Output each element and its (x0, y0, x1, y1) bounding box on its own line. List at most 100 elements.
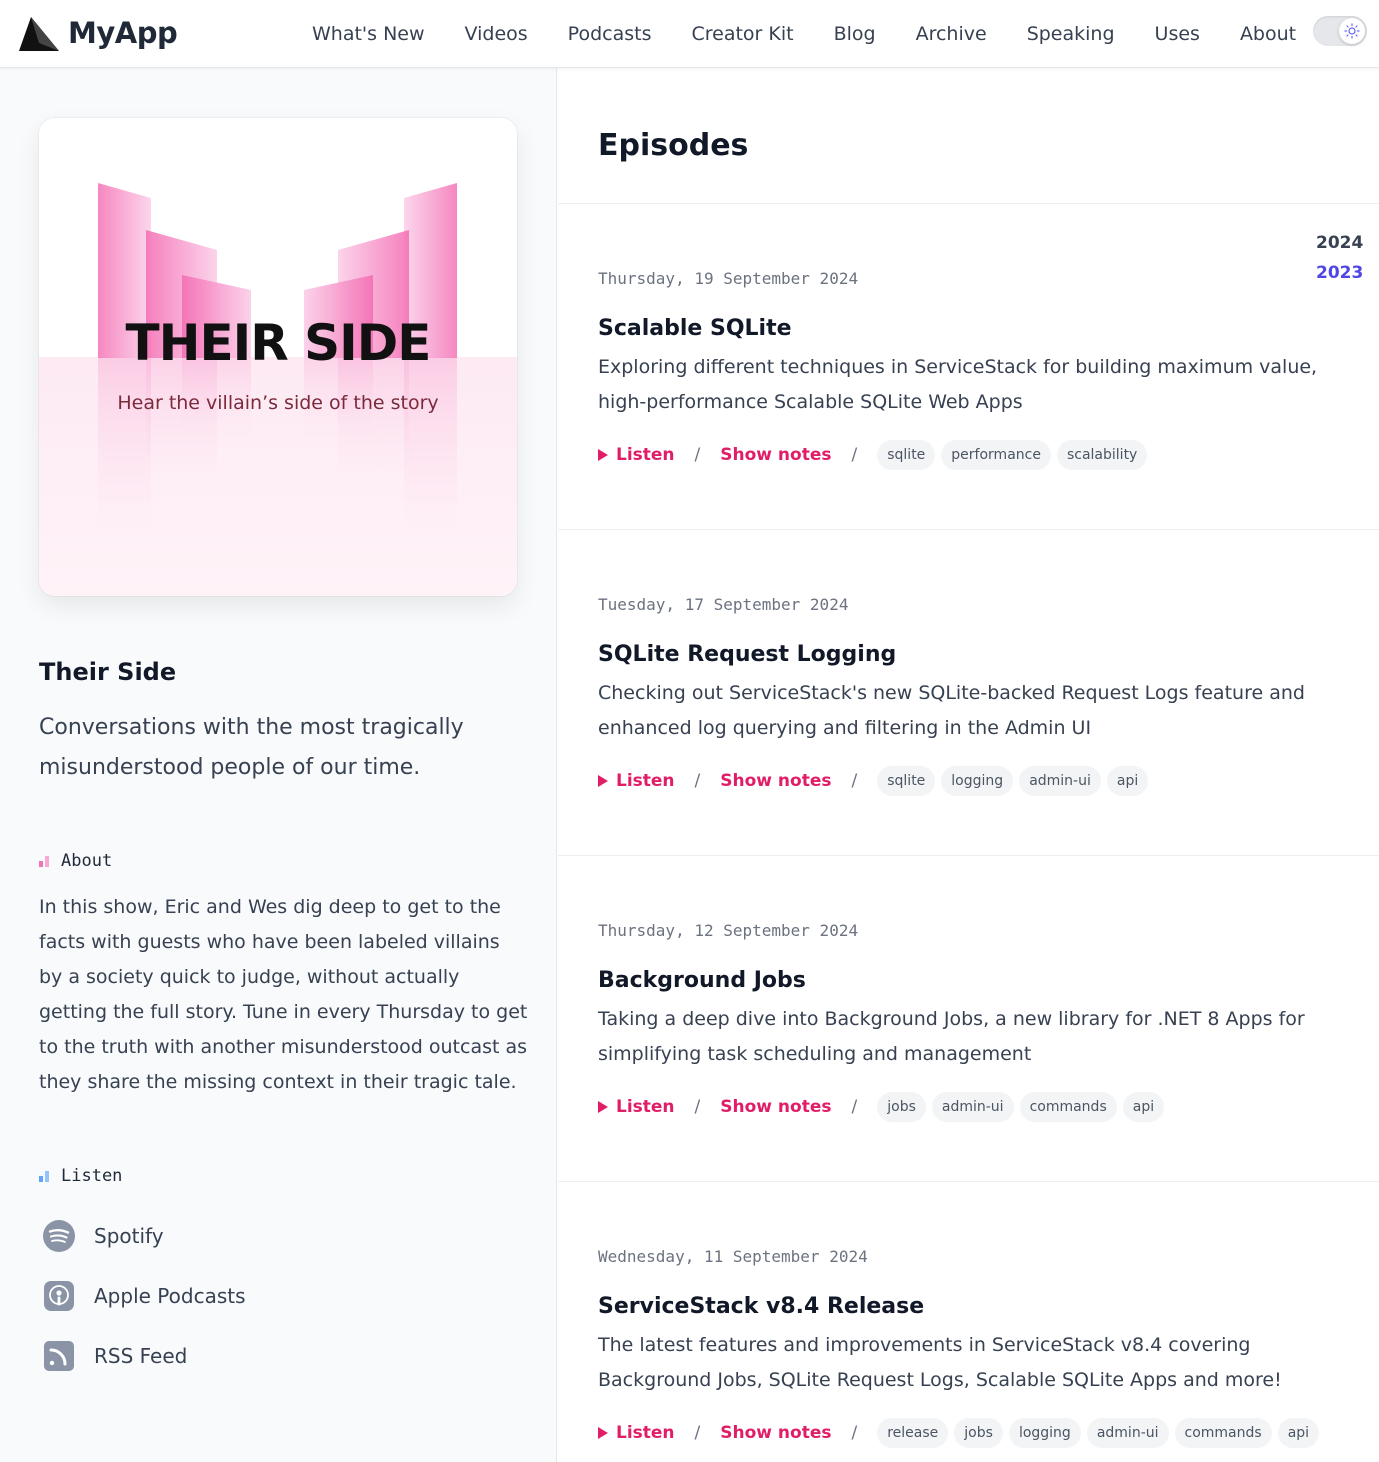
tag[interactable]: commands (1174, 1418, 1272, 1448)
divider (558, 203, 1379, 204)
episode-actions: Listen / Show notes / jobs admin-ui comm… (598, 1092, 1338, 1122)
tag[interactable]: sqlite (877, 440, 936, 470)
tag[interactable]: release (877, 1418, 949, 1448)
waveform-icon (39, 855, 49, 867)
show-title: Their Side (39, 658, 177, 686)
tag[interactable]: jobs (954, 1418, 1003, 1448)
listen-button[interactable]: Listen (598, 1423, 675, 1443)
show-notes-link[interactable]: Show notes (720, 445, 831, 465)
show-description: Conversations with the most tragically m… (39, 715, 464, 780)
listen-label: Listen (616, 1097, 675, 1117)
tag[interactable]: logging (1008, 1418, 1081, 1448)
episode-date: Thursday, 19 September 2024 (598, 269, 859, 288)
tag[interactable]: scalability (1056, 440, 1148, 470)
tag[interactable]: sqlite (877, 766, 936, 796)
play-icon (598, 1427, 608, 1439)
nav-archive[interactable]: Archive (896, 23, 1007, 45)
logo-icon (19, 17, 59, 51)
play-icon (598, 775, 608, 787)
tag[interactable]: admin-ui (1019, 766, 1101, 796)
main-nav: What's New Videos Podcasts Creator Kit B… (292, 0, 1316, 68)
platform-label: Apple Podcasts (94, 1284, 246, 1308)
nav-whats-new[interactable]: What's New (292, 23, 445, 45)
separator: / (694, 445, 701, 465)
tag[interactable]: logging (941, 766, 1014, 796)
divider (558, 855, 1379, 856)
separator: / (851, 445, 858, 465)
listen-button[interactable]: Listen (598, 771, 675, 791)
nav-speaking[interactable]: Speaking (1007, 23, 1135, 45)
platform-label: Spotify (94, 1224, 164, 1248)
tag[interactable]: commands (1019, 1092, 1117, 1122)
logo-text: MyApp (68, 16, 178, 50)
about-heading-label: About (61, 851, 113, 871)
nav-uses[interactable]: Uses (1135, 23, 1220, 45)
separator: / (694, 1423, 701, 1443)
sun-icon (1339, 18, 1365, 44)
nav-about[interactable]: About (1220, 23, 1316, 45)
divider (558, 1181, 1379, 1182)
listen-heading: Listen (39, 1166, 122, 1186)
episode-title[interactable]: Scalable SQLite (598, 314, 1338, 344)
episode-description: Exploring different techniques in Servic… (598, 356, 1318, 413)
nav-podcasts[interactable]: Podcasts (548, 23, 672, 45)
episode-description: Taking a deep dive into Background Jobs,… (598, 1008, 1305, 1065)
about-text: In this show, Eric and Wes dig deep to g… (39, 896, 528, 1093)
platform-link-spotify[interactable]: Spotify (39, 1216, 164, 1256)
episode-title[interactable]: SQLite Request Logging (598, 640, 1338, 670)
nav-videos[interactable]: Videos (445, 23, 548, 45)
episode-actions: Listen / Show notes / sqlite logging adm… (598, 766, 1338, 796)
platform-link-rss-feed[interactable]: RSS Feed (39, 1336, 187, 1376)
cover-subtitle: Hear the villain’s side of the story (117, 392, 439, 414)
top-navigation-bar: MyApp What's New Videos Podcasts Creator… (0, 0, 1379, 68)
tag[interactable]: api (1277, 1418, 1320, 1448)
listen-label: Listen (616, 1423, 675, 1443)
cover-title: THEIR SIDE (125, 314, 432, 372)
tag[interactable]: jobs (877, 1092, 926, 1122)
platform-link-apple-podcasts[interactable]: Apple Podcasts (39, 1276, 246, 1316)
episode-description: Checking out ServiceStack's new SQLite-b… (598, 682, 1305, 739)
nav-creator-kit[interactable]: Creator Kit (671, 23, 813, 45)
episode-title[interactable]: ServiceStack v8.4 Release (598, 1292, 1338, 1322)
rss-icon (39, 1336, 79, 1376)
separator: / (694, 1097, 701, 1117)
listen-label: Listen (616, 445, 675, 465)
listen-heading-label: Listen (61, 1166, 123, 1186)
episode-item: Tuesday, 17 September 2024 SQLite Reques… (598, 592, 1338, 796)
logo-link[interactable]: MyApp (17, 13, 178, 53)
tag[interactable]: performance (941, 440, 1051, 470)
tag[interactable]: admin-ui (1086, 1418, 1169, 1448)
episode-title[interactable]: Background Jobs (598, 966, 1338, 996)
tag[interactable]: api (1122, 1092, 1165, 1122)
platform-label: RSS Feed (94, 1344, 188, 1368)
theme-toggle[interactable] (1313, 16, 1367, 46)
waveform-icon (39, 1170, 49, 1182)
podcast-cover-art[interactable]: THEIR SIDE Hear the villain’s side of th… (39, 118, 517, 596)
episode-date: Tuesday, 17 September 2024 (598, 595, 849, 614)
show-notes-link[interactable]: Show notes (720, 771, 831, 791)
separator: / (851, 1097, 858, 1117)
tag[interactable]: admin-ui (931, 1092, 1014, 1122)
about-heading: About (39, 851, 112, 871)
nav-blog[interactable]: Blog (814, 23, 896, 45)
tag[interactable]: api (1106, 766, 1149, 796)
separator: / (851, 771, 858, 791)
listen-button[interactable]: Listen (598, 445, 675, 465)
episode-actions: Listen / Show notes / release jobs loggi… (598, 1418, 1338, 1448)
episode-actions: Listen / Show notes / sqlite performance… (598, 440, 1338, 470)
separator: / (851, 1423, 858, 1443)
episode-date: Thursday, 12 September 2024 (598, 921, 859, 940)
listen-label: Listen (616, 771, 675, 791)
show-notes-link[interactable]: Show notes (720, 1097, 831, 1117)
episodes-heading: Episodes (598, 128, 749, 163)
podcast-sidebar: THEIR SIDE Hear the villain’s side of th… (0, 68, 557, 1462)
year-2024[interactable]: 2024 (1316, 228, 1363, 258)
episode-item: Wednesday, 11 September 2024 ServiceStac… (598, 1244, 1338, 1448)
episode-description: The latest features and improvements in … (598, 1334, 1282, 1391)
apple-podcasts-icon (39, 1276, 79, 1316)
listen-button[interactable]: Listen (598, 1097, 675, 1117)
episode-item: Thursday, 19 September 2024 Scalable SQL… (598, 266, 1338, 470)
spotify-icon (39, 1216, 79, 1256)
play-icon (598, 1101, 608, 1113)
show-notes-link[interactable]: Show notes (720, 1423, 831, 1443)
